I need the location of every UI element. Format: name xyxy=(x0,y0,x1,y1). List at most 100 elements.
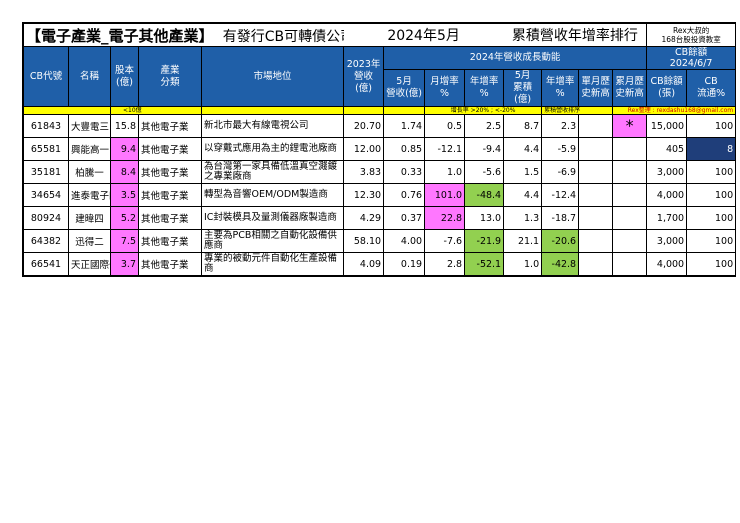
table-row: 64382 迅得二 7.5 其他電子業 主要為PCB相關之自動化設備供應商 58.10 4.… xyxy=(23,229,737,253)
data-body: 61843 大豐電三 15.8 其他電子業 新北市最大有線電視公司 20.70 1.74 0.… xyxy=(23,114,737,276)
cell-capital: 3.5 xyxy=(110,183,139,207)
header-cb-amount: CB餘額 (張) xyxy=(646,69,688,107)
cell-month-high xyxy=(578,252,614,276)
cell-name: 迅得二 xyxy=(68,229,111,253)
cell-name: 進泰電子四 xyxy=(68,183,111,207)
rex-brand: Rex大叔的 168台股投資教室 xyxy=(646,23,737,47)
cell-market: 以穿戴式應用為主的鋰電池廠商 xyxy=(200,137,345,161)
cell-cum-yoy: -12.4 xyxy=(541,183,580,207)
cell-name: 柏騰一 xyxy=(68,160,111,184)
cell-industry: 其他電子業 xyxy=(138,137,202,161)
table-row: 66541天正國際一3.7其他電子業專業的被動元件自動化生產設備商4.090.1… xyxy=(23,252,737,276)
cell-yoy: -48.4 xyxy=(464,183,505,207)
cell-may-cum: 4.4 xyxy=(503,183,543,207)
cell-cum-yoy: -6.9 xyxy=(541,160,580,184)
period-title: 2024年5月 xyxy=(343,23,504,47)
cell-may-rev: 0.19 xyxy=(383,252,426,276)
cell-yoy: -52.1 xyxy=(464,252,505,276)
cell-yoy: -21.9 xyxy=(464,229,505,253)
cell-cb-float: 100 xyxy=(686,183,737,207)
cell-name: 建暐四 xyxy=(68,206,111,230)
cb-date: 2024/6/7 xyxy=(669,58,713,69)
cell-rev2023: 4.09 xyxy=(343,252,385,276)
cell-cb-float: 100 xyxy=(686,252,737,276)
cell-cb-amount: 15,000 xyxy=(646,114,688,138)
cell-may-cum: 21.1 xyxy=(503,229,543,253)
table-row: 80924 建暐四 5.2 其他電子業 IC封裝模具及量測儀器廠製造商 4.29 0.37 2… xyxy=(23,206,737,230)
rex-line-2: 168台股投資教室 xyxy=(661,35,721,44)
cell-mom: 2.8 xyxy=(424,252,466,276)
cell-industry: 其他電子業 xyxy=(138,252,202,276)
header-growth-group: 2024年營收成長動能 xyxy=(383,46,648,70)
header-cum-high: 累月歷 史新高 xyxy=(612,69,648,107)
cell-code: 80924 xyxy=(23,206,69,230)
header-cb-float: CB 流通% xyxy=(686,69,737,107)
cell-capital: 9.4 xyxy=(110,137,139,161)
cell-cb-float: 100 xyxy=(686,229,737,253)
cell-month-high xyxy=(578,206,614,230)
cell-cb-float: 8 xyxy=(686,137,737,161)
cell-may-cum: 1.5 xyxy=(503,160,543,184)
cell-yoy: 13.0 xyxy=(464,206,505,230)
cell-name: 天正國際一 xyxy=(68,252,111,276)
header-row-1: CB代號 名稱 股本 (億) 產業 分類 市場地位 2023年 營收(億) 20… xyxy=(23,46,737,107)
table-row: 61843 大豐電三 15.8 其他電子業 新北市最大有線電視公司 20.70 1.74 0.… xyxy=(23,114,737,138)
cell-mom: 22.8 xyxy=(424,206,466,230)
note-capital: <10億 xyxy=(110,106,202,115)
cell-capital: 8.4 xyxy=(110,160,139,184)
header-month-high: 單月歷 史新高 xyxy=(578,69,614,107)
cell-cum-yoy: -20.6 xyxy=(541,229,580,253)
cell-capital: 7.5 xyxy=(110,229,139,253)
cell-cb-amount: 3,000 xyxy=(646,229,688,253)
table-row: 35181 柏騰一 8.4 其他電子業 為台灣第一家具備低溫真空濺鍍之專業廠商 3.83 0… xyxy=(23,160,737,184)
cell-yoy: -9.4 xyxy=(464,137,505,161)
cell-cum-high xyxy=(612,229,648,253)
cell-rev2023: 20.70 xyxy=(343,114,385,138)
subtitle: 有發行CB可轉債公司 xyxy=(222,28,344,45)
cell-cb-float: 100 xyxy=(686,114,737,138)
cell-cum-yoy: -42.8 xyxy=(541,252,580,276)
cell-market: 專業的被動元件自動化生產設備商 xyxy=(200,252,345,276)
note-empty-2 xyxy=(200,106,345,115)
cell-code: 34654 xyxy=(23,183,69,207)
cell-cum-high: * xyxy=(612,114,648,138)
table-row: 65581 興能高一 9.4 其他電子業 以穿戴式應用為主的鋰電池廠商 12.00 0.85… xyxy=(23,137,737,161)
cell-industry: 其他電子業 xyxy=(138,206,202,230)
cell-month-high xyxy=(578,229,614,253)
cell-may-cum: 8.7 xyxy=(503,114,543,138)
cell-industry: 其他電子業 xyxy=(138,229,202,253)
cell-market: 轉型為音響OEM/ODM製造商 xyxy=(200,183,345,207)
cell-month-high xyxy=(578,183,614,207)
cell-industry: 其他電子業 xyxy=(138,160,202,184)
note-cum: 累積營收排序 xyxy=(541,106,614,115)
cell-cum-high xyxy=(612,137,648,161)
header-yoy: 年增率 % xyxy=(464,69,505,107)
note-empty-1 xyxy=(23,106,111,115)
cell-mom: -12.1 xyxy=(424,137,466,161)
cell-rev2023: 12.30 xyxy=(343,183,385,207)
cell-may-rev: 0.85 xyxy=(383,137,426,161)
cell-code: 61843 xyxy=(23,114,69,138)
cell-mom: -7.6 xyxy=(424,229,466,253)
header-mom: 月增率 % xyxy=(424,69,466,107)
cell-code: 65581 xyxy=(23,137,69,161)
cell-may-rev: 0.76 xyxy=(383,183,426,207)
header-cb-balance: CB餘額 2024/6/7 xyxy=(646,46,737,70)
rex-line-1: Rex大叔的 xyxy=(672,26,710,35)
header-capital: 股本 (億) xyxy=(110,46,139,107)
cell-cum-high xyxy=(612,252,648,276)
cell-industry: 其他電子業 xyxy=(138,183,202,207)
cell-yoy: 2.5 xyxy=(464,114,505,138)
cell-market: 主要為PCB相關之自動化設備供應商 xyxy=(200,229,345,253)
cell-cb-amount: 4,000 xyxy=(646,183,688,207)
cell-month-high xyxy=(578,114,614,138)
header-cum-yoy: 年增率 % xyxy=(541,69,580,107)
cell-may-rev: 1.74 xyxy=(383,114,426,138)
cell-market: 新北市最大有線電視公司 xyxy=(200,114,345,138)
cell-rev2023: 4.29 xyxy=(343,206,385,230)
cb-balance-label: CB餘額 xyxy=(675,47,708,59)
cell-mom: 0.5 xyxy=(424,114,466,138)
header-may-rev: 5月 營收(億) xyxy=(383,69,426,107)
note-rex-credit: Rex整理 : rexdashu168@gmail.com xyxy=(612,106,737,115)
cell-capital: 3.7 xyxy=(110,252,139,276)
